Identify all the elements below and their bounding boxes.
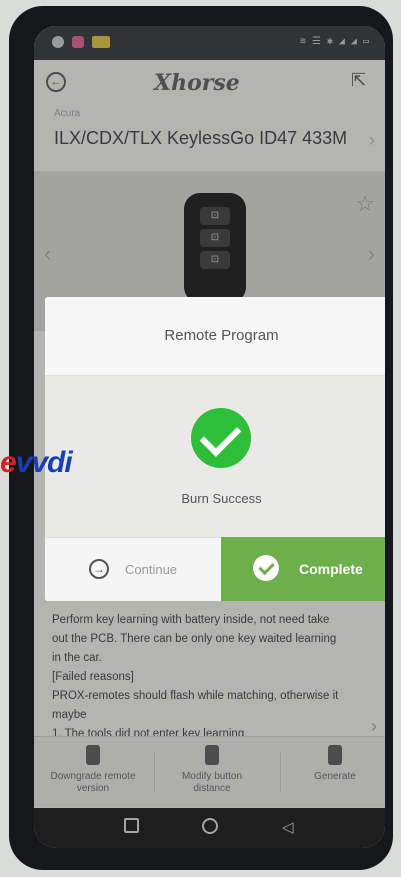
phone-frame: ≋ ☰ ✱ ◢ ◢ ▭ ← Xhorse ⇱ Acura ILX/CDX/TLX…	[9, 6, 393, 870]
complete-label: Complete	[299, 561, 363, 577]
complete-button[interactable]: Complete	[221, 537, 385, 601]
remote-program-dialog: Remote Program Burn Success → Continue C…	[45, 297, 385, 601]
continue-button[interactable]: → Continue	[45, 537, 221, 601]
success-check-icon	[191, 408, 251, 468]
arrow-right-circle-icon: →	[89, 559, 109, 579]
dialog-body: Burn Success	[45, 376, 385, 537]
watermark: evvdi	[0, 446, 73, 479]
continue-label: Continue	[125, 562, 178, 577]
dialog-message: Burn Success	[181, 491, 262, 506]
dialog-title: Remote Program	[45, 297, 385, 376]
check-circle-icon	[253, 555, 279, 581]
screen: ≋ ☰ ✱ ◢ ◢ ▭ ← Xhorse ⇱ Acura ILX/CDX/TLX…	[34, 26, 385, 848]
